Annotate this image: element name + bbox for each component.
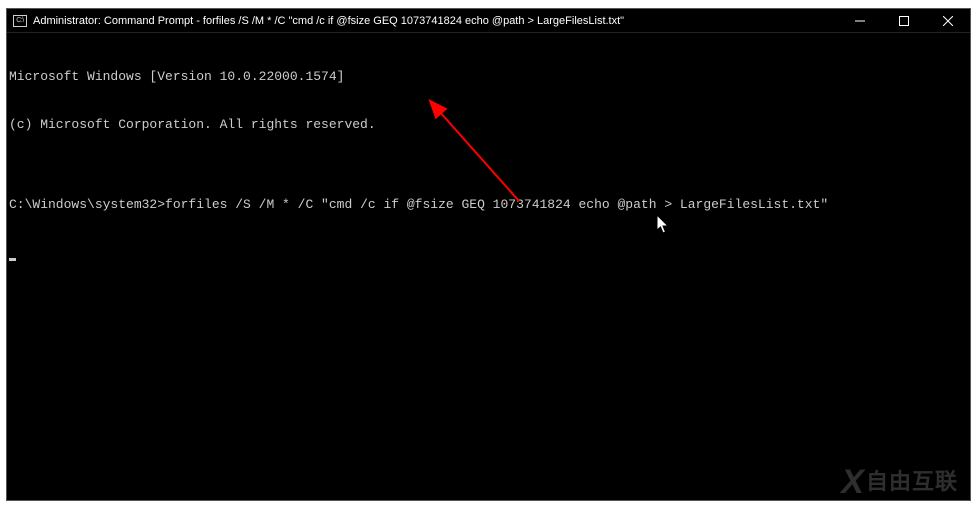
watermark-text: 自由互联 <box>866 474 958 490</box>
window-controls <box>838 9 970 32</box>
close-button[interactable] <box>926 9 970 32</box>
cmd-icon: C:\ <box>13 15 27 27</box>
terminal-line <box>9 245 968 261</box>
prompt-path: C:\Windows\system32> <box>9 197 165 212</box>
window-title: Administrator: Command Prompt - forfiles… <box>33 15 624 27</box>
title-bar[interactable]: C:\ Administrator: Command Prompt - forf… <box>7 9 970 33</box>
maximize-button[interactable] <box>882 9 926 32</box>
command-text: forfiles /S /M * /C "cmd /c if @fsize GE… <box>165 197 828 212</box>
terminal-line: (c) Microsoft Corporation. All rights re… <box>9 117 968 133</box>
terminal-body[interactable]: Microsoft Windows [Version 10.0.22000.15… <box>7 33 970 500</box>
minimize-button[interactable] <box>838 9 882 32</box>
command-prompt-window: C:\ Administrator: Command Prompt - forf… <box>6 8 971 501</box>
terminal-line: C:\Windows\system32>forfiles /S /M * /C … <box>9 197 968 213</box>
watermark-logo: X <box>841 474 862 490</box>
annotation-arrow <box>7 33 970 500</box>
text-cursor <box>9 258 16 261</box>
watermark: X 自由互联 <box>841 474 958 490</box>
terminal-line: Microsoft Windows [Version 10.0.22000.15… <box>9 69 968 85</box>
